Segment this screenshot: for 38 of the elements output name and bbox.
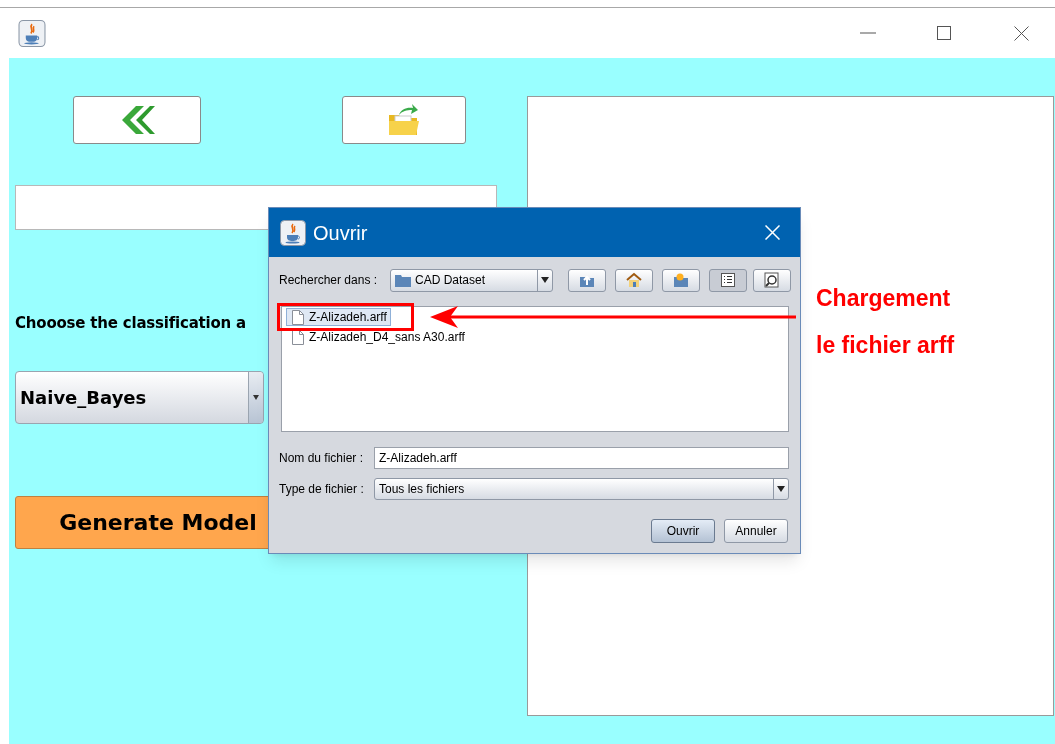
file-item[interactable]: Z-Alizadeh.arff [286,308,391,326]
filetype-dropdown[interactable]: Tous les fichiers [374,478,789,500]
folder-arrow-icon [387,103,421,137]
open-file-button[interactable] [342,96,466,144]
annotation-text: le fichier arff [816,331,955,359]
back-button[interactable] [73,96,201,144]
dialog-button[interactable]: Ouvrir [651,519,715,543]
file-icon [292,329,304,345]
dropdown-value: Naive_Bayes [19,386,148,410]
filename-label: Nom du fichier : [279,450,365,467]
dropdown-arrow-icon [541,277,549,283]
file-item[interactable]: Z-Alizadeh_D4_sans A30.arff [286,328,469,346]
annotation-text: Chargement [816,284,952,312]
filetype-label: Type de fichier : [279,481,365,498]
cup-icon [280,219,306,246]
dialog-button[interactable]: Annuler [724,519,788,543]
file-icon [292,309,304,325]
cup-icon [18,19,46,47]
home-icon [626,272,642,288]
dropdown-arrow-icon [777,486,785,492]
dialog-title: Ouvrir [313,220,368,246]
toolbar-button[interactable] [753,268,791,292]
filename-field[interactable]: Z-Alizadeh.arff [374,447,789,469]
toolbar-button[interactable] [662,268,700,292]
close-icon[interactable] [1014,25,1029,41]
algorithm-dropdown[interactable]: Naive_Bayes [15,371,264,424]
look-in-label: Rechercher dans : [279,272,379,289]
toolbar-button[interactable] [568,268,606,292]
toolbar-button[interactable] [709,268,747,292]
details-icon [764,272,780,288]
toolbar-button[interactable] [615,268,653,292]
dropdown-arrow-icon [253,395,259,400]
folder-icon [395,273,411,287]
list-icon [721,273,735,287]
maximize-icon[interactable] [937,26,951,40]
look-in-dropdown[interactable]: CAD Dataset [390,268,553,292]
classification-label: Chooose the classification a [15,313,247,333]
new-folder-icon [673,272,689,288]
